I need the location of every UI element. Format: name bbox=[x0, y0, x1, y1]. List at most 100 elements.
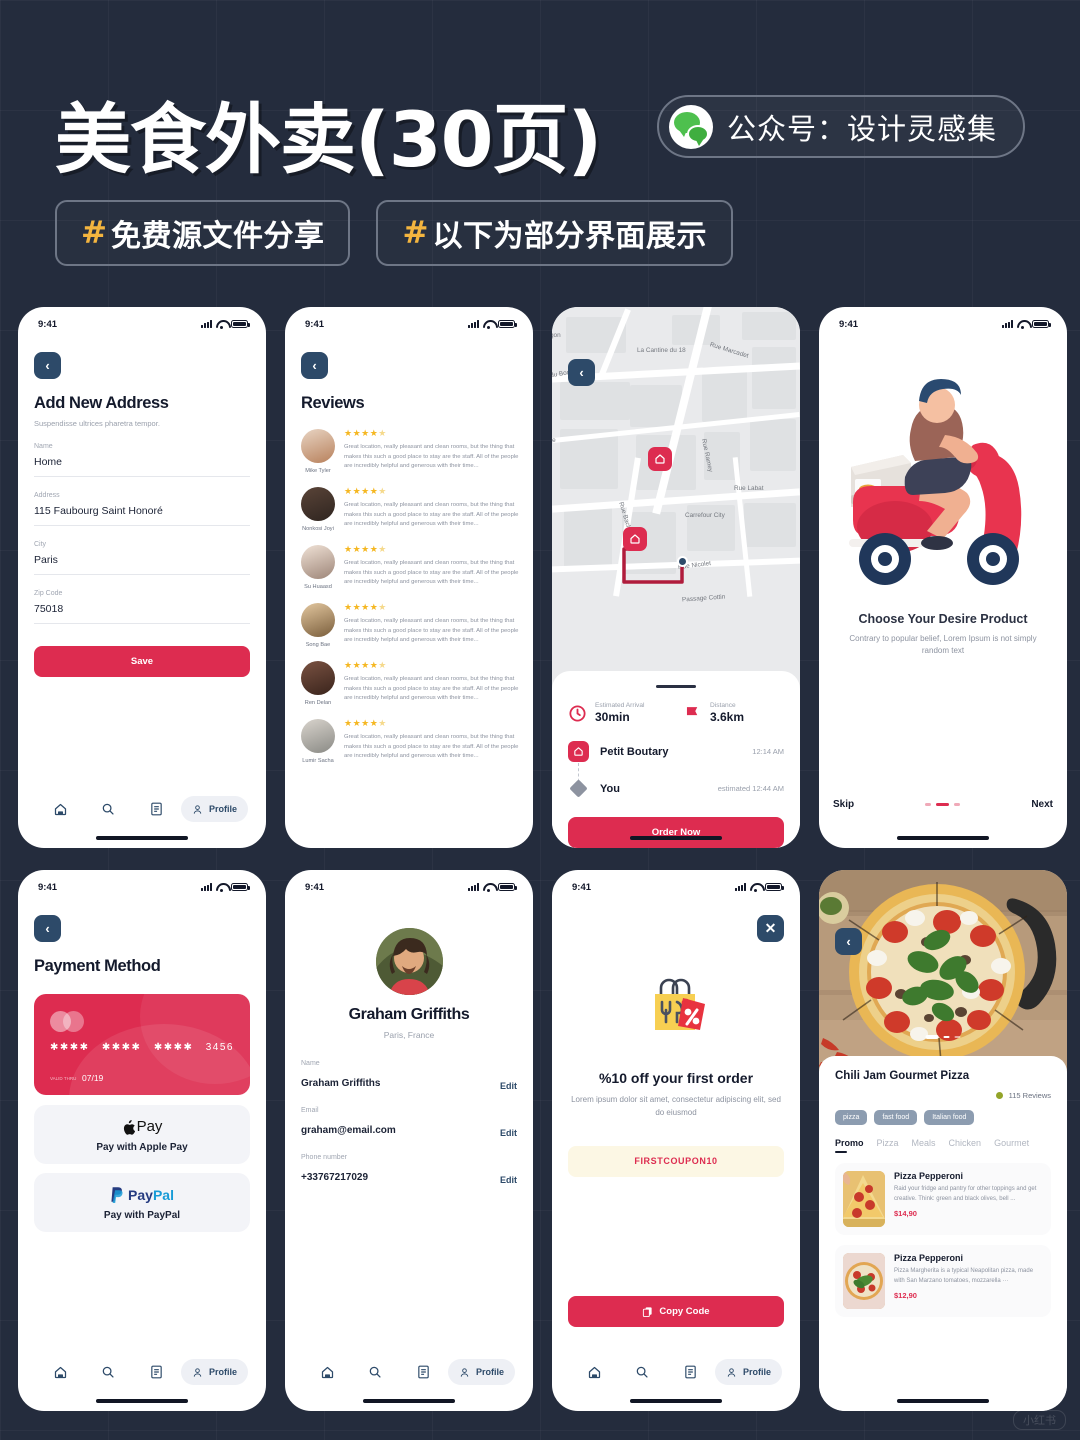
signal-bars-icon bbox=[201, 883, 212, 891]
coupon-title: %10 off your first order bbox=[598, 1070, 754, 1086]
edit-button[interactable]: Edit bbox=[500, 1081, 517, 1091]
review-text: Great location, really pleasant and clea… bbox=[344, 618, 519, 644]
home-indicator bbox=[96, 836, 188, 840]
menu-item-image bbox=[843, 1253, 885, 1309]
review-item: Su Huaasd ★★★★★ Great location, really p… bbox=[301, 545, 519, 590]
home-icon[interactable] bbox=[570, 1365, 618, 1380]
card-expiry: 07/19 bbox=[82, 1073, 104, 1083]
back-button[interactable]: ‹ bbox=[835, 928, 862, 955]
paypal-option[interactable]: PayPal Pay with PayPal bbox=[34, 1173, 250, 1232]
search-icon[interactable] bbox=[351, 1365, 399, 1379]
field-value[interactable]: 75018 bbox=[34, 603, 250, 624]
copy-code-button[interactable]: Copy Code bbox=[568, 1296, 784, 1327]
card-group: ✱✱✱✱ bbox=[50, 1042, 90, 1053]
coupon-code[interactable]: FIRSTCOUPON10 bbox=[568, 1145, 784, 1177]
screens-grid: 9:41 ‹ Add New Address Suspendisse ultri… bbox=[0, 307, 1080, 1433]
profile-row-email: Email graham@email.com Edit bbox=[301, 1107, 517, 1138]
delivery-scooter-illustration bbox=[833, 367, 1053, 602]
field-label: Address bbox=[34, 492, 60, 499]
status-bar: 9:41 bbox=[18, 870, 266, 898]
edit-button[interactable]: Edit bbox=[500, 1128, 517, 1138]
star-rating: ★★★★★ bbox=[344, 602, 387, 612]
screens-row-1: 9:41 ‹ Add New Address Suspendisse ultri… bbox=[0, 307, 1080, 848]
screen-profile: 9:41 Graham Griffiths Paris, France Name… bbox=[285, 870, 533, 1411]
field-address[interactable]: Address 115 Faubourg Saint Honoré bbox=[34, 492, 250, 526]
wifi-icon bbox=[483, 320, 494, 329]
list-icon[interactable] bbox=[133, 1365, 181, 1379]
tab-pizza[interactable]: Pizza bbox=[877, 1138, 899, 1153]
tag-list: # 免费源文件分享 # 以下为部分界面展示 bbox=[55, 200, 733, 266]
search-icon[interactable] bbox=[84, 802, 132, 816]
order-now-button[interactable]: Order Now bbox=[568, 817, 784, 848]
field-value[interactable]: 115 Faubourg Saint Honoré bbox=[34, 505, 250, 526]
edit-button[interactable]: Edit bbox=[500, 1175, 517, 1185]
stop-time: 12:14 AM bbox=[752, 747, 784, 756]
back-button[interactable]: ‹ bbox=[34, 352, 61, 379]
star-rating: ★★★★★ bbox=[344, 428, 387, 438]
field-value[interactable]: Home bbox=[34, 456, 250, 477]
signal-bars-icon bbox=[468, 320, 479, 328]
list-icon[interactable] bbox=[667, 1365, 715, 1379]
tab-profile[interactable]: Profile bbox=[447, 1359, 515, 1385]
search-icon[interactable] bbox=[84, 1365, 132, 1379]
home-icon[interactable] bbox=[303, 1365, 351, 1380]
back-button[interactable]: ‹ bbox=[34, 915, 61, 942]
menu-item[interactable]: Pizza Pepperoni Pizza Margherita is a ty… bbox=[835, 1245, 1051, 1317]
save-button[interactable]: Save bbox=[34, 646, 250, 677]
list-icon[interactable] bbox=[133, 802, 181, 816]
eta-label: Estimated Arrival bbox=[595, 702, 645, 709]
chip-pizza[interactable]: pizza bbox=[835, 1110, 868, 1125]
reviewer-name: Song Bae bbox=[305, 642, 331, 648]
home-indicator bbox=[897, 836, 989, 840]
menu-item[interactable]: Pizza Pepperoni Raid your fridge and pan… bbox=[835, 1163, 1051, 1235]
row-value: graham@email.com bbox=[301, 1125, 396, 1136]
reviews-count-row[interactable]: 115 Reviews bbox=[835, 1091, 1051, 1100]
field-city[interactable]: City Paris bbox=[34, 541, 250, 575]
restaurant-pin-icon[interactable] bbox=[648, 447, 672, 471]
field-value[interactable]: Paris bbox=[34, 554, 250, 575]
screen-onboarding: 9:41 Choose Your Desire Product Contrary… bbox=[819, 307, 1067, 848]
tab-gourmet[interactable]: Gourmet bbox=[994, 1138, 1029, 1153]
credit-card[interactable]: ✱✱✱✱ ✱✱✱✱ ✱✱✱✱ 3456 VALID THRU 07/19 bbox=[34, 994, 250, 1095]
field-label: Zip Code bbox=[34, 590, 63, 597]
close-button[interactable]: ✕ bbox=[757, 915, 784, 942]
onboarding-title: Choose Your Desire Product bbox=[858, 612, 1028, 626]
home-icon[interactable] bbox=[36, 1365, 84, 1380]
list-icon[interactable] bbox=[400, 1365, 448, 1379]
tab-chicken[interactable]: Chicken bbox=[949, 1138, 982, 1153]
back-button[interactable]: ‹ bbox=[301, 352, 328, 379]
eta-metric: Estimated Arrival 30min bbox=[568, 702, 669, 724]
chip-fast-food[interactable]: fast food bbox=[874, 1110, 918, 1125]
star-rating: ★★★★★ bbox=[344, 544, 387, 554]
skip-button[interactable]: Skip bbox=[833, 799, 854, 810]
field-zip[interactable]: Zip Code 75018 bbox=[34, 590, 250, 624]
tracking-bottom-sheet: Estimated Arrival 30min Distance 3.6km P… bbox=[552, 671, 800, 848]
home-icon[interactable] bbox=[36, 802, 84, 817]
destination-pin-icon[interactable] bbox=[623, 527, 647, 551]
screens-row-2: 9:41 ‹ Payment Method ✱✱✱✱ ✱✱✱✱ ✱✱✱✱ 345… bbox=[0, 870, 1080, 1411]
tab-promo[interactable]: Promo bbox=[835, 1138, 864, 1153]
profile-row-phone: Phone number +33767217029 Edit bbox=[301, 1154, 517, 1185]
chip-italian-food[interactable]: Italian food bbox=[924, 1110, 975, 1125]
stop-you: You estimated 12:44 AM bbox=[568, 778, 784, 799]
reviewer-name: Ren Delan bbox=[304, 700, 332, 706]
card-last4: 3456 bbox=[205, 1042, 234, 1053]
tab-profile[interactable]: Profile bbox=[714, 1359, 782, 1385]
copy-code-label: Copy Code bbox=[659, 1306, 710, 1317]
paypal-label: Pay with PayPal bbox=[103, 1210, 181, 1221]
tab-profile[interactable]: Profile bbox=[180, 1359, 248, 1385]
eta-value: 30min bbox=[595, 710, 630, 724]
field-name[interactable]: Name Home bbox=[34, 443, 250, 477]
screen-title: Reviews bbox=[301, 394, 365, 412]
sheet-grabber[interactable] bbox=[656, 685, 696, 688]
tab-meals[interactable]: Meals bbox=[912, 1138, 936, 1153]
tab-profile[interactable]: Profile bbox=[180, 796, 248, 822]
avatar[interactable] bbox=[375, 928, 443, 995]
menu-item-desc: Pizza Margherita is a typical Neapolitan… bbox=[894, 1268, 1034, 1284]
back-button[interactable]: ‹ bbox=[568, 359, 595, 386]
apple-pay-option[interactable]: Pay Pay with Apple Pay bbox=[34, 1105, 250, 1164]
avatar bbox=[301, 545, 335, 579]
wifi-icon bbox=[750, 883, 761, 892]
search-icon[interactable] bbox=[618, 1365, 666, 1379]
next-button[interactable]: Next bbox=[1031, 799, 1053, 810]
